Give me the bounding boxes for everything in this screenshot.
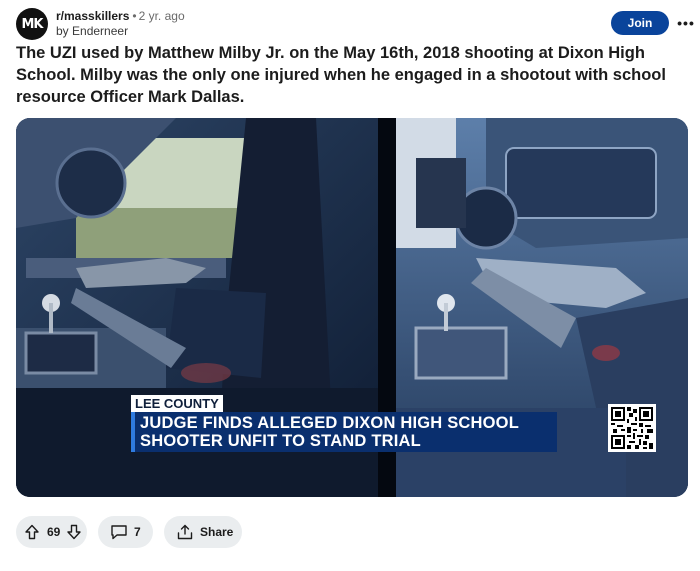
chyron-headline-line-2: SHOOTER UNFIT TO STAND TRIAL <box>140 432 421 450</box>
join-button[interactable]: Join <box>611 11 669 35</box>
vote-count: 69 <box>47 525 61 539</box>
post-age: 2 yr. ago <box>138 9 185 23</box>
post-header: MK r/masskillers • 2 yr. ago by Enderneer … <box>16 6 694 40</box>
post-meta: r/masskillers • 2 yr. ago by Enderneer <box>56 9 185 39</box>
qr-code-icon <box>608 404 656 452</box>
vote-bar: 69 <box>16 516 87 548</box>
post-title[interactable]: The UZI used by Matthew Milby Jr. on the… <box>16 42 684 108</box>
comment-count: 7 <box>134 525 141 539</box>
subreddit-link[interactable]: r/masskillers <box>56 9 129 23</box>
meta-separator: • <box>132 9 137 23</box>
share-button[interactable]: Share <box>164 516 242 548</box>
author-prefix: by <box>56 24 69 38</box>
share-icon <box>176 524 194 540</box>
subreddit-avatar[interactable]: MK <box>16 8 48 40</box>
comment-icon <box>110 524 128 540</box>
author-link[interactable]: Enderneer <box>72 24 128 38</box>
chyron-location-tag: LEE COUNTY <box>131 395 223 412</box>
more-icon[interactable]: ••• <box>676 12 696 34</box>
post-image[interactable]: LEE COUNTY JUDGE FINDS ALLEGED DIXON HIG… <box>16 118 688 497</box>
upvote-icon[interactable] <box>24 524 40 540</box>
share-label: Share <box>200 525 234 539</box>
comments-button[interactable]: 7 <box>98 516 153 548</box>
downvote-icon[interactable] <box>66 524 82 540</box>
chyron-headline-line-1: JUDGE FINDS ALLEGED DIXON HIGH SCHOOL <box>140 414 519 432</box>
chyron-headline-box: JUDGE FINDS ALLEGED DIXON HIGH SCHOOL SH… <box>131 412 557 452</box>
